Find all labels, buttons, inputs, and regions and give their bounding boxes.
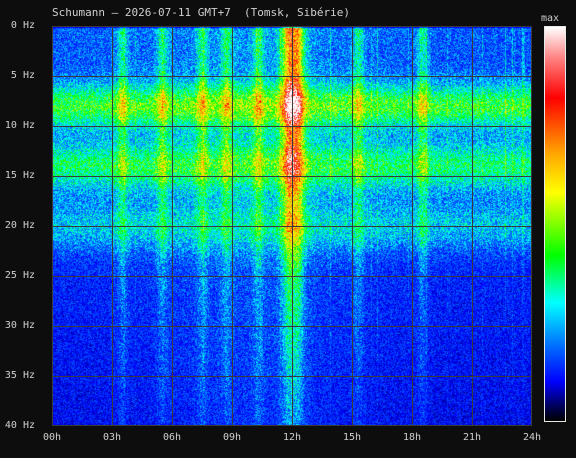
y-tick-label: 20 Hz xyxy=(4,220,35,231)
spectrogram-chart: Schumann – 2026-07-11 GMT+7 (Tomsk, Sibé… xyxy=(0,0,576,458)
x-tick-label: 18h xyxy=(402,432,422,443)
colorbar-label: max xyxy=(541,13,560,24)
grid-lines xyxy=(52,26,532,426)
plot-area xyxy=(52,26,532,426)
y-tick-label: 25 Hz xyxy=(4,270,35,281)
y-tick-label: 15 Hz xyxy=(4,170,35,181)
y-tick-label: 30 Hz xyxy=(4,320,35,331)
x-tick-label: 15h xyxy=(342,432,362,443)
x-tick-label: 06h xyxy=(162,432,182,443)
x-tick-label: 24h xyxy=(522,432,542,443)
x-tick-label: 09h xyxy=(222,432,242,443)
y-tick-label: 10 Hz xyxy=(4,120,35,131)
y-tick-label: 40 Hz xyxy=(4,420,35,431)
chart-title: Schumann – 2026-07-11 GMT+7 (Tomsk, Sibé… xyxy=(52,6,351,19)
x-tick-label: 21h xyxy=(462,432,482,443)
colorbar xyxy=(544,26,566,422)
y-tick-label: 0 Hz xyxy=(10,20,35,31)
x-tick-label: 00h xyxy=(42,432,62,443)
x-tick-label: 03h xyxy=(102,432,122,443)
x-tick-label: 12h xyxy=(282,432,302,443)
y-tick-label: 5 Hz xyxy=(10,70,35,81)
y-tick-label: 35 Hz xyxy=(4,370,35,381)
